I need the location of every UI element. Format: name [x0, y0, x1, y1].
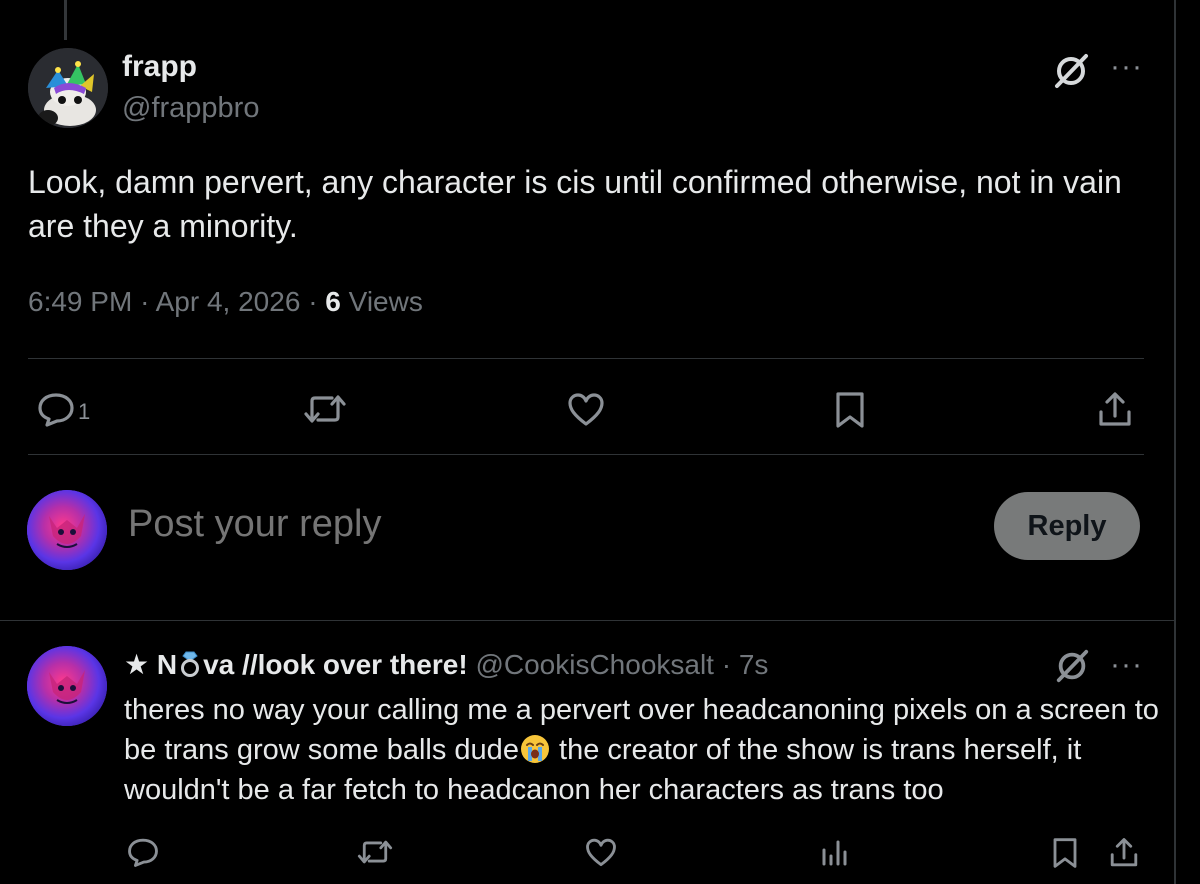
tweet-metadata: 6:49 PM · Apr 4, 2026 · 6 Views — [28, 286, 423, 318]
analytics-icon — [822, 840, 847, 866]
heart-icon — [586, 838, 616, 867]
reply-share-button[interactable] — [1108, 836, 1140, 870]
views-count: 6 — [325, 286, 341, 317]
reply-compose-input[interactable] — [126, 502, 730, 547]
reply-display-name-suffix[interactable]: va //look over there! — [203, 649, 468, 680]
reply-action-button[interactable]: 1 — [36, 390, 90, 428]
tweet-time[interactable]: 6:49 PM — [28, 286, 132, 317]
author-display-name[interactable]: frapp — [122, 50, 197, 84]
divider-top — [28, 358, 1144, 359]
grok-icon[interactable] — [1052, 52, 1090, 90]
reply-like-button[interactable] — [584, 836, 618, 868]
reply-header: ★ N va //look over there! @CookisChooksa… — [124, 648, 768, 681]
demon-avatar-image — [27, 490, 107, 570]
section-divider — [0, 620, 1174, 621]
reply-time[interactable]: 7s — [739, 649, 769, 680]
views-label: Views — [348, 286, 423, 317]
demon-avatar-image — [27, 646, 107, 726]
bookmark-icon — [836, 392, 864, 428]
meta-separator: · — [308, 286, 318, 317]
repost-icon — [357, 840, 393, 864]
share-icon — [1110, 838, 1138, 867]
share-icon — [1099, 392, 1131, 426]
reply-author-avatar[interactable] — [27, 646, 107, 726]
reply-tweet-text: theres no way your calling me a pervert … — [124, 690, 1164, 810]
reply-display-name-prefix[interactable]: ★ N — [124, 649, 177, 680]
reply-repost-button[interactable] — [356, 836, 394, 868]
reply-separator: · — [721, 649, 732, 680]
grok-icon[interactable] — [1054, 648, 1092, 686]
column-border — [1174, 0, 1176, 884]
heart-icon — [568, 393, 604, 426]
jester-avatar-image — [28, 48, 108, 128]
tweet-date[interactable]: Apr 4, 2026 — [156, 286, 301, 317]
more-options-icon[interactable]: ··· — [1110, 650, 1143, 680]
tweet-text: Look, damn pervert, any character is cis… — [28, 164, 1122, 244]
share-action-button[interactable] — [1096, 390, 1134, 430]
reply-reply-button[interactable] — [126, 836, 160, 868]
thread-connector-line — [64, 0, 67, 40]
repost-action-button[interactable] — [302, 390, 348, 428]
like-action-button[interactable] — [566, 390, 606, 428]
reply-submit-button[interactable]: Reply — [994, 492, 1140, 560]
reply-bookmark-button[interactable] — [1050, 836, 1080, 870]
tweet-detail-page: frapp @frappbro ··· Look, damn pervert, … — [0, 0, 1200, 884]
more-options-icon[interactable]: ··· — [1110, 52, 1143, 82]
author-avatar[interactable] — [28, 48, 108, 128]
comment-icon — [128, 838, 158, 867]
bookmark-action-button[interactable] — [832, 390, 868, 430]
divider-bottom — [28, 454, 1144, 455]
loudly-crying-face-icon — [520, 735, 549, 763]
current-user-avatar[interactable] — [27, 490, 107, 570]
ring-icon — [181, 651, 200, 677]
meta-separator: · — [140, 286, 150, 317]
reply-handle[interactable]: @CookisChooksalt — [475, 649, 714, 680]
bookmark-icon — [1053, 838, 1077, 868]
repost-icon — [304, 395, 346, 423]
comment-icon — [38, 393, 74, 427]
reply-count: 1 — [78, 399, 91, 424]
reply-views-button[interactable] — [820, 836, 850, 868]
author-handle[interactable]: @frappbro — [122, 92, 259, 125]
